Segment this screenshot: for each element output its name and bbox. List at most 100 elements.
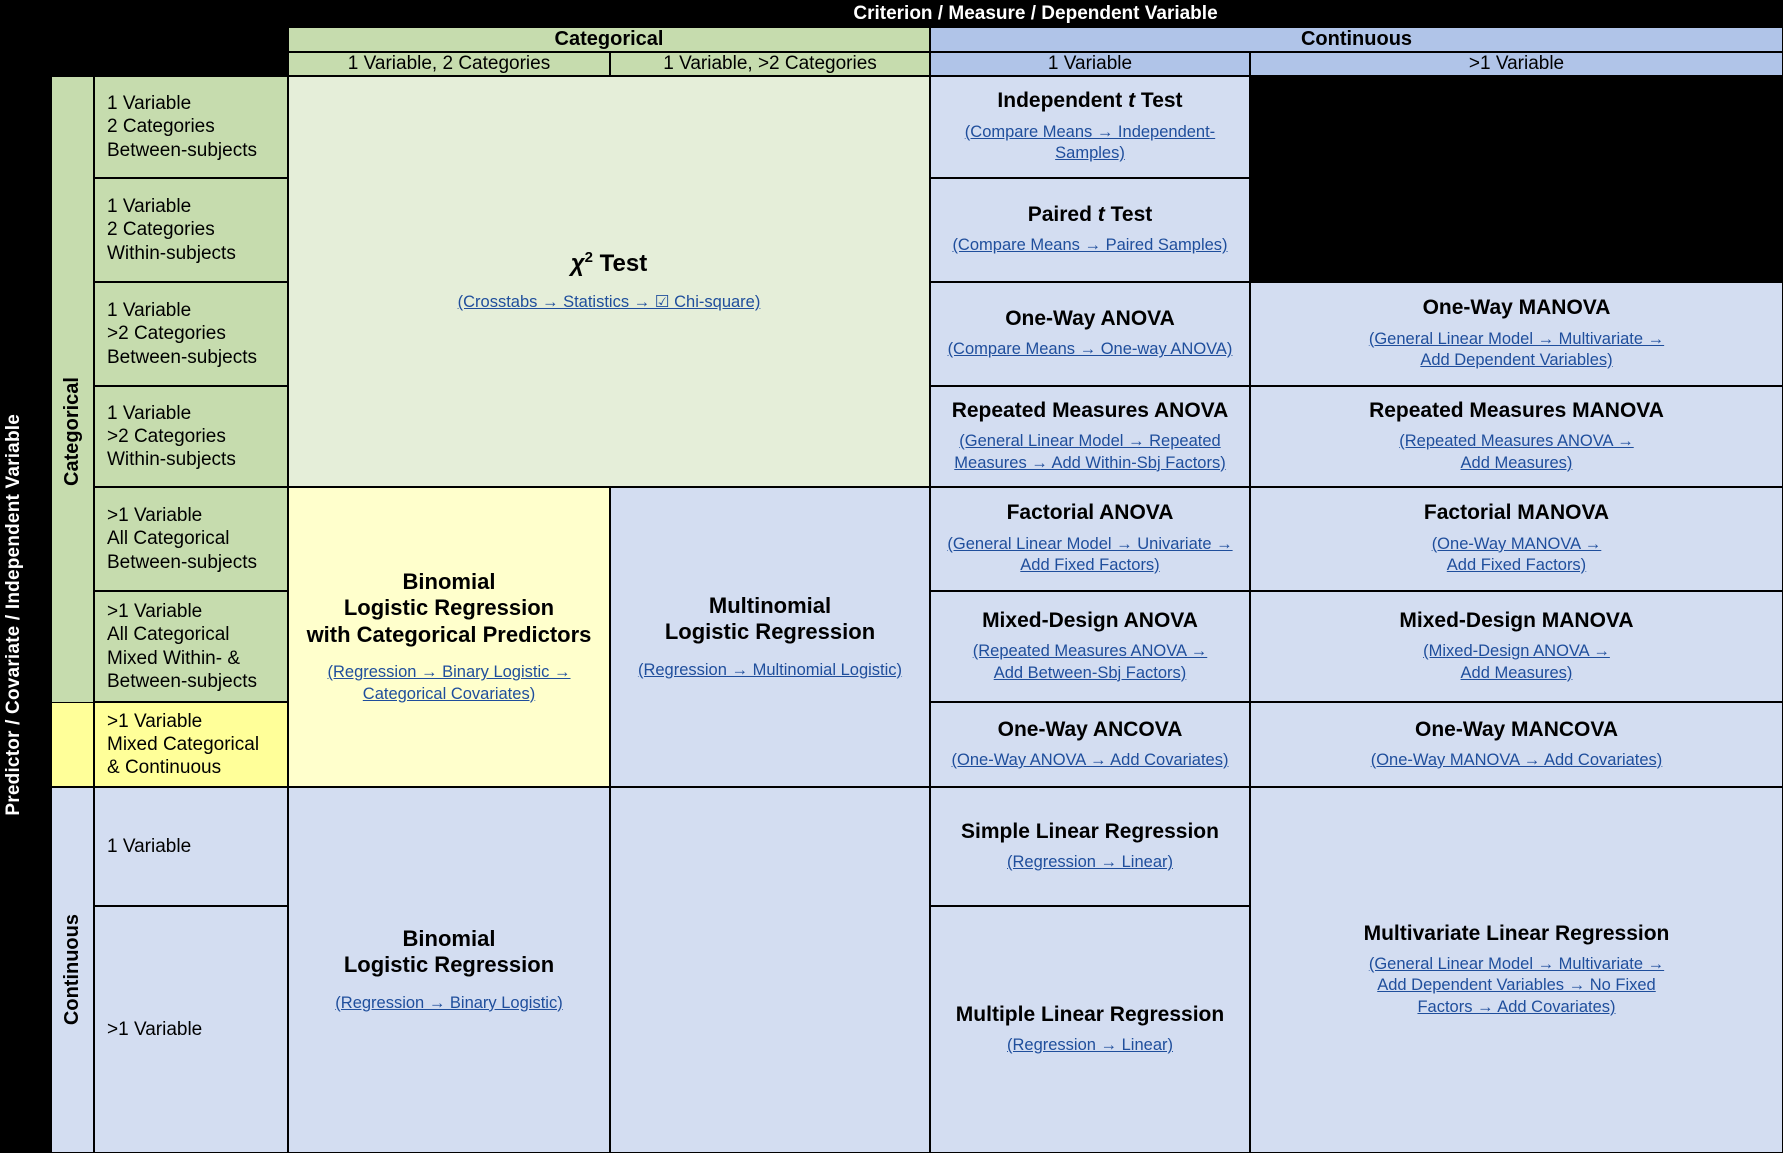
cell-one-way-anova[interactable]: One-Way ANOVA (Compare Means → One-way A… <box>930 282 1250 386</box>
row-label-1var-gt2cat-within: 1 Variable >2 Categories Within-subjects <box>94 386 288 487</box>
cell-multiple-linear-regression[interactable]: Multiple Linear Regression (Regression →… <box>930 906 1250 1153</box>
cell-mixed-design-manova-title: Mixed-Design MANOVA <box>1399 608 1634 632</box>
cell-binomial-logistic-regression-path[interactable]: (Regression → Binary Logistic) <box>329 993 568 1014</box>
cell-repeated-measures-anova-title: Repeated Measures ANOVA <box>951 398 1229 422</box>
row-group-categorical-label: Categorical <box>61 377 83 486</box>
cell-binomial-logistic-regression[interactable]: Binomial Logistic Regression (Regression… <box>288 787 610 1153</box>
row-group-mixed-strip <box>51 702 94 787</box>
col-subheader-cont-1var-label: 1 Variable <box>1047 53 1133 74</box>
row-group-categorical: Categorical <box>51 76 94 787</box>
cell-repeated-measures-anova-path[interactable]: (General Linear Model → Repeated Measure… <box>948 431 1231 474</box>
cell-repeated-measures-anova[interactable]: Repeated Measures ANOVA (General Linear … <box>930 386 1250 487</box>
cell-paired-t-test[interactable]: Paired t Test (Compare Means → Paired Sa… <box>930 178 1250 282</box>
cell-chi-square-test[interactable]: χ2 Test (Crosstabs → Statistics → ☑ Chi-… <box>288 76 930 487</box>
cell-chi-square-test-path[interactable]: (Crosstabs → Statistics → ☑ Chi-square) <box>452 292 767 313</box>
row-label-1var-2cat-between-text: 1 Variable 2 Categories Between-subjects <box>107 93 257 161</box>
col-subheader-cat-1var-2cat-label: 1 Variable, 2 Categories <box>347 53 551 74</box>
row-label-cont-gt1var: >1 Variable <box>94 906 288 1153</box>
cell-chi-square-test-title: χ2 Test <box>571 249 647 278</box>
row-label-gt1var-mixed-cat-cont-text: >1 Variable Mixed Categorical & Continuo… <box>107 710 260 779</box>
paired-t-ital: t <box>1097 203 1105 227</box>
row-group-continuous-label: Continuous <box>61 914 83 1026</box>
cell-paired-t-test-path[interactable]: (Compare Means → Paired Samples) <box>946 235 1233 256</box>
cell-one-way-anova-title: One-Way ANOVA <box>1005 307 1175 331</box>
row-label-cont-1var-text: 1 Variable <box>107 835 192 857</box>
statistics-decision-table: Criterion / Measure / Dependent Variable… <box>0 0 1783 1153</box>
cell-factorial-manova-title: Factorial MANOVA <box>1423 501 1610 525</box>
cell-multinomial-logistic-regression[interactable]: Multinomial Logistic Regression (Regress… <box>610 487 930 787</box>
col-header-continuous-label: Continuous <box>1300 28 1413 50</box>
cell-one-way-manova-title: One-Way MANOVA <box>1422 296 1611 320</box>
cell-factorial-manova-path[interactable]: (One-Way MANOVA → Add Fixed Factors) <box>1426 534 1608 577</box>
cell-repeated-measures-manova-title: Repeated Measures MANOVA <box>1369 398 1664 422</box>
col-subheader-cont-gt1var-label: >1 Variable <box>1468 53 1565 74</box>
top-left-corner <box>0 0 288 76</box>
cell-multivariate-linear-regression-title: Multivariate Linear Regression <box>1363 921 1670 945</box>
paired-t-pre: Paired <box>1027 203 1098 227</box>
chi-exponent: 2 <box>584 249 593 267</box>
row-label-gt1var-mixed-cat-cont: >1 Variable Mixed Categorical & Continuo… <box>94 702 288 787</box>
cell-multinomial-logistic-continuous-filler <box>610 787 930 1153</box>
cell-one-way-mancova[interactable]: One-Way MANCOVA (One-Way MANOVA → Add Co… <box>1250 702 1783 787</box>
cell-binomial-logistic-categorical-path[interactable]: (Regression → Binary Logistic → Categori… <box>321 662 576 705</box>
row-group-continuous: Continuous <box>51 787 94 1153</box>
cell-one-way-ancova-path[interactable]: (One-Way ANOVA → Add Covariates) <box>946 750 1235 771</box>
independent-t-post: Test <box>1135 89 1183 113</box>
column-axis-banner-label: Criterion / Measure / Dependent Variable <box>853 2 1218 24</box>
cell-mixed-design-anova-title: Mixed-Design ANOVA <box>982 608 1198 632</box>
cell-multivariate-linear-regression-path[interactable]: (General Linear Model → Multivariate → A… <box>1363 954 1670 1018</box>
cell-factorial-anova-path[interactable]: (General Linear Model → Univariate → Add… <box>941 534 1238 577</box>
col-header-continuous: Continuous <box>930 27 1783 52</box>
cell-simple-linear-regression[interactable]: Simple Linear Regression (Regression → L… <box>930 787 1250 906</box>
cell-paired-t-test-title: Paired t Test <box>1028 203 1153 227</box>
row-label-1var-2cat-between: 1 Variable 2 Categories Between-subjects <box>94 76 288 178</box>
cell-factorial-anova-title: Factorial ANOVA <box>1006 501 1174 525</box>
cell-one-way-mancova-title: One-Way MANCOVA <box>1414 717 1618 741</box>
cell-repeated-measures-manova[interactable]: Repeated Measures MANOVA (Repeated Measu… <box>1250 386 1783 487</box>
cell-one-way-manova-path[interactable]: (General Linear Model → Multivariate → A… <box>1363 329 1670 372</box>
column-axis-banner: Criterion / Measure / Dependent Variable <box>288 0 1783 27</box>
cell-multivariate-linear-regression[interactable]: Multivariate Linear Regression (General … <box>1250 787 1783 1153</box>
row-label-1var-gt2cat-within-text: 1 Variable >2 Categories Within-subjects <box>107 402 236 471</box>
chi-test-word: Test <box>592 250 648 278</box>
cell-multiple-linear-regression-title: Multiple Linear Regression <box>955 1002 1225 1026</box>
col-subheader-cat-1var-2cat: 1 Variable, 2 Categories <box>288 52 610 76</box>
cell-repeated-measures-manova-path[interactable]: (Repeated Measures ANOVA → Add Measures) <box>1393 431 1639 474</box>
row-label-1var-2cat-within: 1 Variable 2 Categories Within-subjects <box>94 178 288 282</box>
row-label-gt1var-allcat-between: >1 Variable All Categorical Between-subj… <box>94 487 288 591</box>
cell-one-way-manova[interactable]: One-Way MANOVA (General Linear Model → M… <box>1250 282 1783 386</box>
independent-t-pre: Independent <box>997 89 1129 113</box>
left-gutter <box>27 76 51 1153</box>
cell-binomial-logistic-categorical[interactable]: Binomial Logistic Regression with Catego… <box>288 487 610 787</box>
cell-independent-t-test[interactable]: Independent t Test (Compare Means → Inde… <box>930 76 1250 178</box>
cell-independent-t-test-title: Independent t Test <box>997 89 1182 113</box>
cell-multinomial-logistic-regression-path[interactable]: (Regression → Multinomial Logistic) <box>632 660 908 681</box>
cell-multiple-linear-regression-path[interactable]: (Regression → Linear) <box>1001 1035 1179 1056</box>
row-axis-banner: Predictor / Covariate / Independent Vari… <box>0 76 27 1153</box>
row-label-cont-1var: 1 Variable <box>94 787 288 906</box>
row-label-1var-2cat-within-text: 1 Variable 2 Categories Within-subjects <box>107 196 236 264</box>
cell-mixed-design-anova[interactable]: Mixed-Design ANOVA (Repeated Measures AN… <box>930 591 1250 702</box>
col-subheader-cat-1var-gt2cat: 1 Variable, >2 Categories <box>610 52 930 76</box>
cell-binomial-logistic-regression-title: Binomial Logistic Regression <box>343 925 555 978</box>
cell-mixed-design-manova-path[interactable]: (Mixed-Design ANOVA → Add Measures) <box>1417 641 1616 684</box>
chi-symbol: χ <box>570 250 585 278</box>
cell-one-way-anova-path[interactable]: (Compare Means → One-way ANOVA) <box>942 339 1239 360</box>
cell-one-way-ancova[interactable]: One-Way ANCOVA (One-Way ANOVA → Add Cova… <box>930 702 1250 787</box>
cell-factorial-manova[interactable]: Factorial MANOVA (One-Way MANOVA → Add F… <box>1250 487 1783 591</box>
cell-factorial-anova[interactable]: Factorial ANOVA (General Linear Model → … <box>930 487 1250 591</box>
row-label-gt1var-allcat-mixed-text: >1 Variable All Categorical Mixed Within… <box>107 601 257 692</box>
cell-mixed-design-anova-path[interactable]: (Repeated Measures ANOVA → Add Between-S… <box>967 641 1213 684</box>
col-subheader-cont-1var: 1 Variable <box>930 52 1250 76</box>
cell-mixed-design-manova[interactable]: Mixed-Design MANOVA (Mixed-Design ANOVA … <box>1250 591 1783 702</box>
col-header-categorical-label: Categorical <box>554 28 664 50</box>
cell-one-way-mancova-path[interactable]: (One-Way MANOVA → Add Covariates) <box>1365 750 1669 771</box>
col-subheader-cat-1var-gt2cat-label: 1 Variable, >2 Categories <box>663 53 877 74</box>
row-label-gt1var-allcat-mixed: >1 Variable All Categorical Mixed Within… <box>94 591 288 702</box>
col-subheader-cont-gt1var: >1 Variable <box>1250 52 1783 76</box>
row-label-1var-gt2cat-between-text: 1 Variable >2 Categories Between-subject… <box>107 300 257 368</box>
cell-binomial-logistic-categorical-title: Binomial Logistic Regression with Catego… <box>306 568 592 647</box>
cell-independent-t-test-path[interactable]: (Compare Means → Independent- Samples) <box>959 122 1221 165</box>
cell-empty-multivariate-two-group <box>1250 76 1783 282</box>
cell-simple-linear-regression-path[interactable]: (Regression → Linear) <box>1001 852 1179 873</box>
